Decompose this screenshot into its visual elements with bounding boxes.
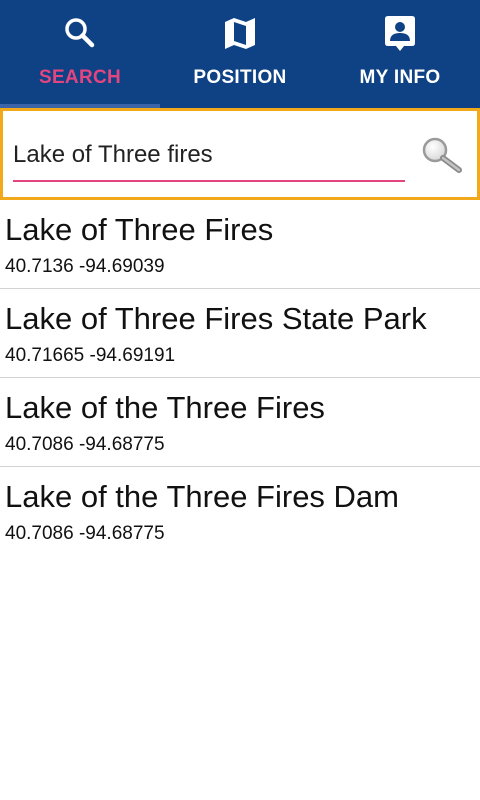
contact-card-icon	[385, 16, 415, 51]
search-button[interactable]	[417, 134, 467, 176]
search-input-underline	[13, 180, 405, 182]
tab-search[interactable]: SEARCH	[0, 0, 160, 108]
tab-my-info[interactable]: MY INFO	[320, 0, 480, 108]
result-name: Lake of the Three Fires Dam	[5, 479, 399, 514]
result-name: Lake of Three Fires State Park	[5, 301, 427, 336]
tab-bar: SEARCH POSITION MY INFO	[0, 0, 480, 108]
list-item[interactable]: Lake of the Three Fires 40.7086 -94.6877…	[0, 378, 480, 467]
map-icon	[225, 18, 255, 49]
list-item[interactable]: Lake of Three Fires State Park 40.71665 …	[0, 289, 480, 378]
search-icon	[65, 18, 95, 48]
search-bar	[0, 108, 480, 200]
result-coordinates: 40.7136 -94.69039	[5, 256, 165, 277]
tab-position-label: POSITION	[193, 67, 287, 88]
list-item[interactable]: Lake of the Three Fires Dam 40.7086 -94.…	[0, 467, 480, 556]
result-name: Lake of the Three Fires	[5, 390, 325, 425]
result-coordinates: 40.7086 -94.68775	[5, 434, 165, 455]
list-item[interactable]: Lake of Three Fires 40.7136 -94.69039	[0, 200, 480, 289]
tab-position[interactable]: POSITION	[160, 0, 320, 108]
results-list: Lake of Three Fires 40.7136 -94.69039 La…	[0, 200, 480, 556]
search-input[interactable]	[13, 135, 405, 175]
result-name: Lake of Three Fires	[5, 212, 274, 247]
magnifier-icon	[422, 137, 462, 173]
tab-my-info-label: MY INFO	[359, 67, 441, 88]
result-coordinates: 40.71665 -94.69191	[5, 345, 176, 366]
result-coordinates: 40.7086 -94.68775	[5, 523, 165, 544]
tab-search-label: SEARCH	[38, 67, 122, 88]
